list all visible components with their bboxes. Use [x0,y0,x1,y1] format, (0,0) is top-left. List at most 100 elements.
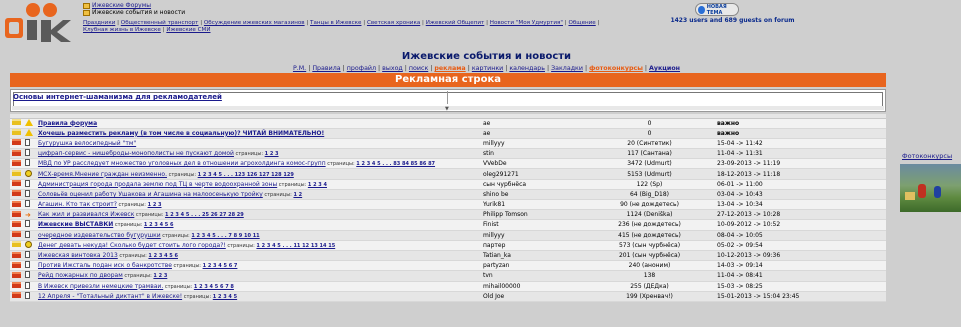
topic-title-link[interactable]: Против Ижсталь подан иск о банкротстве [38,262,172,269]
topic-pages-links[interactable]: 1 2 3 4 5 . . . 83 84 85 86 87 [356,161,435,167]
topic-title-link[interactable]: МВД по УР расследует множество уголовных… [38,160,326,167]
topic-row[interactable]: 12 Апреля - "Тотальный диктант" в Ижевск… [10,291,886,302]
topic-replies: 415 (не дождетесь) [584,230,715,241]
topic-row[interactable]: В Ижевск привезли немецкие трамваи. стра… [10,281,886,292]
menu-item[interactable]: поиск [409,65,428,72]
topic-pages-links[interactable]: 1 2 3 4 5 6 [148,253,178,259]
topic-title-link[interactable]: Ижевские ВЫСТАВКИ [38,221,113,228]
topic-last-post: 15-04 -> 11:42 [715,138,886,150]
topic-row[interactable]: Ижевская винтовка 2013 страницы: 1 2 3 4… [10,250,886,262]
topnav-link[interactable]: Праздники [83,20,115,26]
menu-item[interactable]: реклама [434,65,465,72]
topnav-link[interactable]: Ижевский Общепит [426,20,485,26]
topic-title-link[interactable]: Рейд пожарных по дворам [38,272,123,279]
topic-author: Finist [481,219,584,231]
smiley-icon [25,240,32,248]
topic-pages-links[interactable]: 1 2 3 4 5 6 7 8 [194,284,234,290]
menu-item[interactable]: картинки [472,65,503,72]
document-icon [25,251,30,259]
topic-title-link[interactable]: Ижевская винтовка 2013 [38,252,118,259]
topnav-link[interactable]: Ижевские СМИ [166,27,210,33]
topic-title-link[interactable]: Бугурушка велосипедный "тм" [38,140,136,147]
topic-last-post: 27-12-2013 -> 10:28 [715,209,886,221]
topic-row[interactable]: Денег девать некуда! Сколько будет стоит… [10,240,886,251]
topic-row[interactable]: Хочешь разместить рекламу (в том числе в… [10,128,886,139]
topic-pages-links[interactable]: 1 2 3 [265,151,279,157]
topic-replies: 255 (ДЕДка) [584,281,715,292]
topic-pages-links[interactable]: 1 2 3 4 5 [213,294,237,300]
topic-pages-links[interactable]: 1 2 3 [153,273,167,279]
menu-item[interactable]: выход [382,65,403,72]
topic-row[interactable]: Рейд пожарных по дворам страницы: 1 2 3t… [10,270,886,282]
topic-replies: 0 [584,128,715,139]
folder-icon [12,129,21,136]
topic-pages-links[interactable]: 1 2 3 4 5 . . . 11 12 13 14 15 [256,243,335,249]
topic-title-link[interactable]: Администрация города продала землю под Т… [38,181,277,188]
topic-row[interactable]: МВД по УР расследует множество уголовных… [10,158,886,170]
topic-title-link[interactable]: Хочешь разместить рекламу (в том числе в… [38,130,324,137]
topic-row[interactable]: Правила форума ae 0 важно [10,118,886,129]
topic-author: mihail00000 [481,281,584,292]
topnav-link[interactable]: Общественный транспорт [121,20,199,26]
topic-pages-links[interactable]: 1 2 3 4 5 . . . 25 26 27 28 29 [165,212,244,218]
topic-title-link[interactable]: Правила форума [38,120,97,127]
topic-row[interactable]: Ижевские ВЫСТАВКИ страницы: 1 2 3 4 5 6F… [10,219,886,231]
menu-item[interactable]: профайл [347,65,376,72]
topic-row[interactable]: Против Ижсталь подан иск о банкротстве с… [10,260,886,272]
topic-last-post: 11-04 -> 08:41 [715,270,886,282]
topic-row[interactable]: Агашин. Кто так строит? страницы: 1 2 3Y… [10,199,886,211]
topic-last-post: 18-12-2013 -> 11:18 [715,168,886,180]
menu-item[interactable]: Правила [312,65,340,72]
topic-pages-links[interactable]: 1 2 3 4 5 6 7 [203,263,238,269]
topic-author: Old Joe [481,291,584,302]
menu-item[interactable]: Р.М. [293,65,306,72]
scroll-arrow-icon[interactable]: ▼ [445,106,449,112]
topic-title-link[interactable]: В Ижевск привезли немецкие трамваи. [38,283,163,290]
topic-replies: 199 (Хренвач!) [584,291,715,302]
topic-title-link[interactable]: МСХ-время.Мнение граждан неизменно. [38,171,167,178]
topic-title-link[interactable]: 12 Апреля - "Тотальный диктант" в Ижевск… [38,293,182,300]
topnav-link[interactable]: Новости "Моя Удмуртия" [490,20,563,26]
menu-item[interactable]: календарь [509,65,545,72]
menu-item[interactable]: Закладки [551,65,583,72]
topic-replies: 64 (Big_D18) [584,189,715,201]
topic-title-link[interactable]: Соловьёв оценил работу Ушакова и Агашина… [38,191,263,198]
topic-title-link[interactable]: Как жил и развивался Ижевск [38,211,134,218]
topic-author: millyyy [481,230,584,241]
topic-author: oleg291271 [481,168,584,180]
new-topic-button[interactable]: НОВАЯ ТЕМА [695,3,739,16]
topic-row[interactable]: Бугурушка велосипедный "тм" millyyy 20 (Си… [10,138,886,150]
topic-pages-links[interactable]: 1 2 [293,192,302,198]
topic-row[interactable]: очередное издевательство бугурушки стран… [10,230,886,241]
topic-pages-links[interactable]: 1 2 3 4 5 . . . 123 126 127 128 129 [198,172,294,178]
topnav-link[interactable]: Общение [568,20,595,26]
ad-box-link[interactable]: Основы интернет-шаманизма для рекламодат… [13,93,222,101]
menu-item[interactable]: фотоконкурсы [589,65,643,72]
ad-box: Основы интернет-шаманизма для рекламодат… [10,89,886,112]
topic-replies: 20 (Синтетик) [584,138,715,150]
topic-row[interactable]: Соловьёв оценил работу Ушакова и Агашина… [10,189,886,201]
topic-row[interactable]: цифрап-сервис - нишеброды-монополисты не… [10,148,886,160]
topnav-link[interactable]: Обсуждение ижевских магазинов [204,20,305,26]
topic-title-link[interactable]: Денег девать некуда! Сколько будет стоит… [38,242,226,249]
menu-item[interactable]: Аукцион [649,65,680,72]
topnav-link[interactable]: Танцы в Ижевске [310,20,361,26]
topic-pages-links[interactable]: 1 2 3 4 [308,182,327,188]
photo-contest-link[interactable]: Фотоконкурсы [902,152,952,160]
topic-pages-links[interactable]: 1 2 3 4 5 6 [144,222,174,228]
topic-last-post: 10-09-2012 -> 10:52 [715,219,886,231]
topic-row[interactable]: Администрация города продала землю под Т… [10,179,886,190]
topic-author: VVebDe [481,158,584,170]
topnav-link[interactable]: Светская хроника [367,20,420,26]
topic-pages-links[interactable]: 1 2 3 4 5 . . . 7 8 9 10 11 [191,233,259,239]
breadcrumb-forums[interactable]: Ижевские Форумы [92,2,151,9]
topic-row[interactable]: МСХ-время.Мнение граждан неизменно. стра… [10,168,886,180]
topic-title-link[interactable]: Агашин. Кто так строит? [38,201,117,208]
topic-pages-links[interactable]: 1 2 3 [148,202,162,208]
topnav-link[interactable]: Клубная жизнь в Ижевске [83,27,161,33]
photo-contest-image[interactable] [900,164,961,212]
site-logo[interactable] [3,2,79,44]
topic-title-link[interactable]: цифрап-сервис - нишеброды-монополисты не… [38,150,234,157]
topic-row[interactable]: ➜ Как жил и развивался Ижевск страницы: 1… [10,209,886,221]
topic-title-link[interactable]: очередное издевательство бугурушки [38,232,161,239]
